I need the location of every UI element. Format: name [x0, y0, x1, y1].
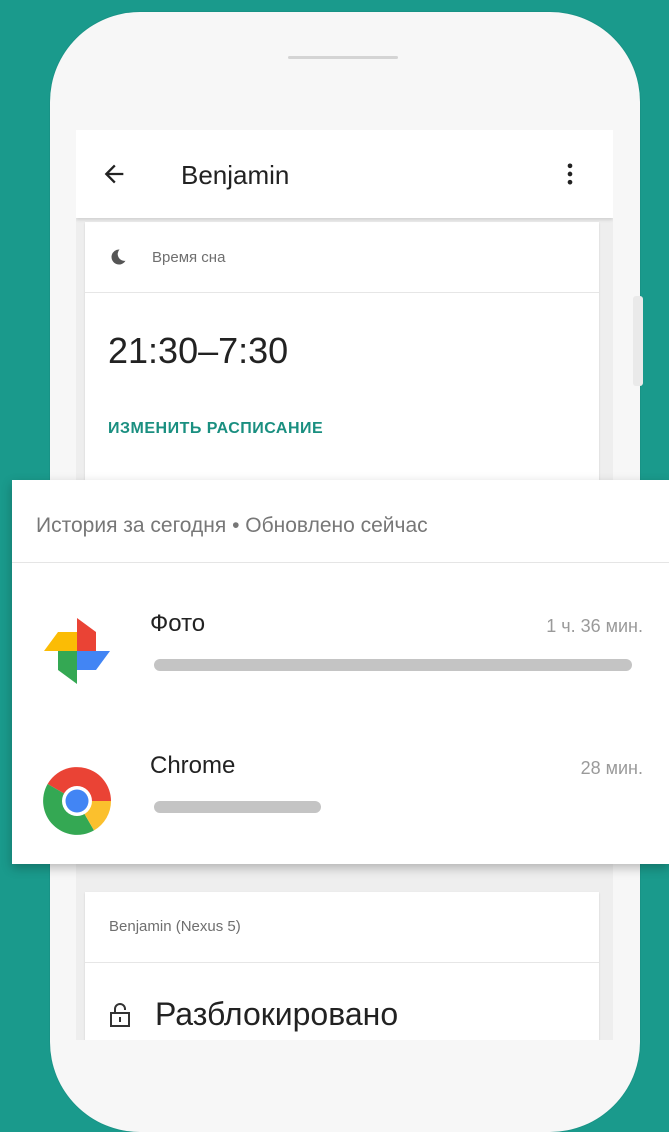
- usage-bar: [154, 659, 632, 671]
- app-history-card: История за сегодня • Обновлено сейчас Фо…: [12, 480, 669, 864]
- phone-side-button: [633, 296, 643, 386]
- chrome-icon: [43, 767, 111, 835]
- back-arrow-icon[interactable]: [100, 160, 128, 188]
- usage-bar-fill: [154, 659, 632, 671]
- bedtime-label: Время сна: [152, 249, 226, 266]
- app-name: Chrome: [150, 752, 236, 779]
- edit-schedule-link[interactable]: ИЗМЕНИТЬ РАСПИСАНИЕ: [108, 420, 323, 438]
- device-name: Benjamin (Nexus 5): [109, 918, 241, 935]
- page-title: Benjamin: [181, 160, 290, 190]
- lock-icon: [110, 1003, 130, 1027]
- app-history-header: История за сегодня • Обновлено сейчас: [12, 480, 669, 563]
- bedtime-range: 21:30–7:30: [108, 330, 289, 371]
- bedtime-card: Время сна 21:30–7:30 ИЗМЕНИТЬ РАСПИСАНИЕ: [85, 222, 599, 522]
- usage-bar-fill: [154, 801, 322, 813]
- app-duration: 28 мин.: [580, 758, 643, 778]
- app-usage-row[interactable]: Chrome 28 мин.: [12, 752, 669, 872]
- device-card-header: Benjamin (Nexus 5): [85, 892, 599, 963]
- device-card: Benjamin (Nexus 5) Разблокировано: [85, 892, 599, 1040]
- usage-bar: [154, 801, 632, 813]
- lock-status-text: Разблокировано: [155, 996, 399, 1032]
- app-duration: 1 ч. 36 мин.: [546, 616, 643, 636]
- history-header-text: История за сегодня • Обновлено сейчас: [36, 514, 428, 537]
- phone-speaker: [288, 56, 398, 59]
- more-vert-icon[interactable]: [556, 158, 584, 190]
- app-usage-row[interactable]: Фото 1 ч. 36 мин.: [12, 610, 669, 730]
- bedtime-card-header: Время сна: [85, 222, 599, 293]
- app-name: Фото: [150, 610, 206, 637]
- moon-icon: [111, 249, 126, 265]
- google-photos-icon: [44, 618, 110, 684]
- app-bar: Benjamin: [76, 130, 613, 218]
